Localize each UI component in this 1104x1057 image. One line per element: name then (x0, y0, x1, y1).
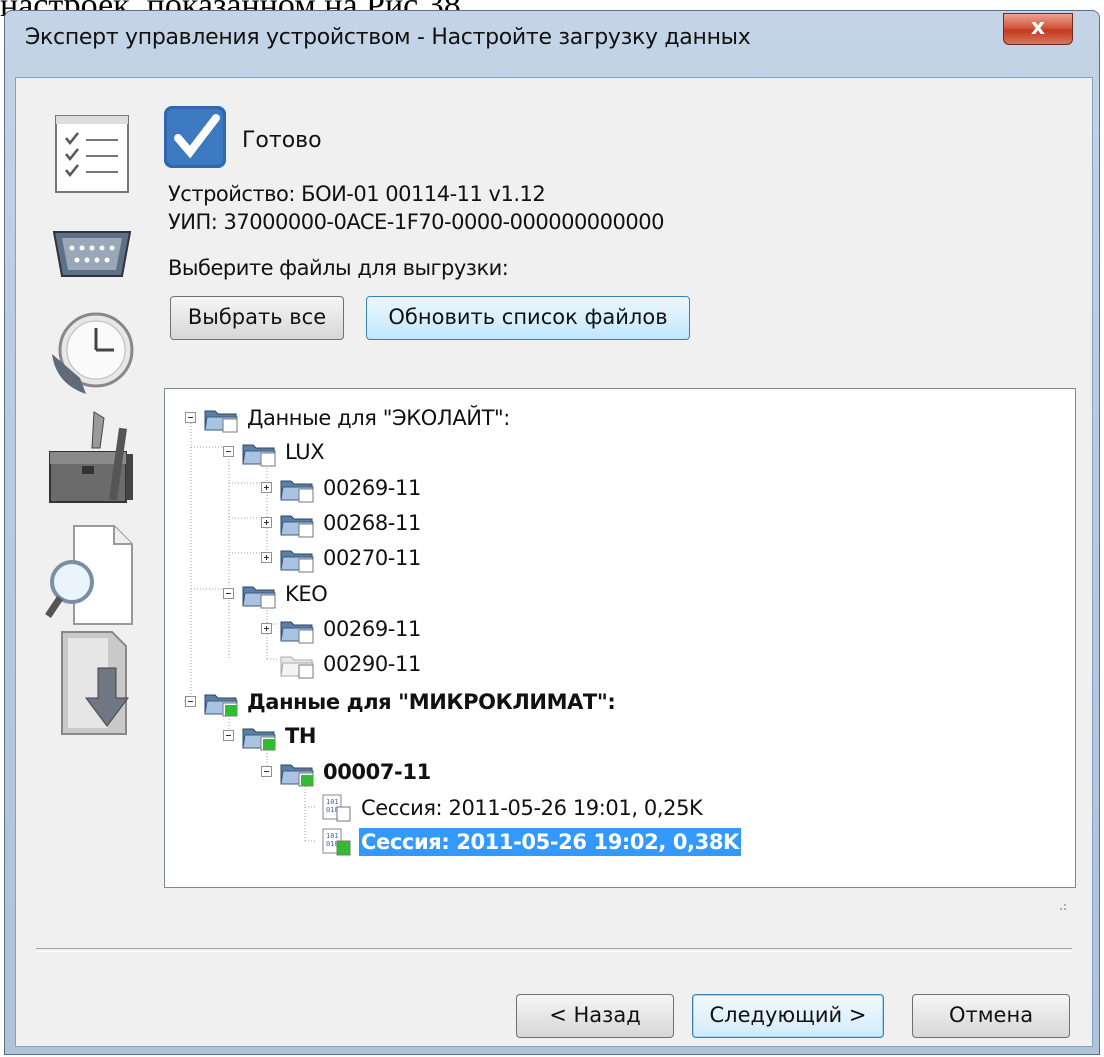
checklist-icon (55, 115, 129, 193)
tree-node-label: 00269-11 (323, 617, 421, 641)
cancel-button[interactable]: Отмена (912, 994, 1070, 1038)
tree-node-label: LUX (285, 440, 325, 464)
serial-port-icon (52, 231, 132, 277)
collapse-icon[interactable] (223, 588, 234, 599)
title-bar[interactable]: Эксперт управления устройством - Настрой… (5, 11, 1099, 73)
folder-icon (279, 508, 315, 538)
expand-icon[interactable] (261, 623, 272, 634)
next-button[interactable]: Следующий > (692, 994, 884, 1038)
binary-file-checked-icon: 101 010 (317, 827, 353, 857)
checkbox-checked-icon (164, 106, 226, 168)
choose-files-prompt: Выберите файлы для выгрузки: (168, 256, 509, 280)
collapse-icon[interactable] (185, 696, 196, 707)
folder-icon (241, 437, 277, 467)
select-all-button[interactable]: Выбрать все (170, 296, 344, 340)
collapse-icon[interactable] (261, 766, 272, 777)
tree-node-label: 00270-11 (323, 546, 421, 570)
expand-icon[interactable] (261, 552, 272, 563)
folder-checked-icon (203, 687, 239, 717)
clock-restore-icon (52, 312, 134, 394)
tree-node-label: KEO (285, 582, 328, 606)
folder-checked-icon (279, 757, 315, 787)
close-button[interactable]: x (1003, 13, 1073, 45)
folder-download-icon (61, 631, 129, 735)
resize-grip-icon[interactable] (1054, 898, 1068, 912)
tree-node-label: Данные для "ЭКОЛАЙТ": (247, 406, 510, 430)
window-title: Эксперт управления устройством - Настрой… (25, 25, 751, 50)
folder-icon (279, 614, 315, 644)
wizard-window: Эксперт управления устройством - Настрой… (4, 10, 1100, 1055)
status-row: Готово (164, 106, 764, 170)
binary-file-icon: 101 010 (317, 793, 353, 823)
tree-node-label: 00268-11 (323, 511, 421, 535)
collapse-icon[interactable] (223, 730, 234, 741)
collapse-icon[interactable] (185, 412, 196, 423)
expand-icon[interactable] (261, 517, 272, 528)
folder-icon (203, 403, 239, 433)
tree-node-label: 00007-11 (323, 760, 431, 784)
folder-empty-icon (279, 649, 315, 679)
device-info: Устройство: БОИ-01 00114-11 v1.12 (168, 182, 546, 206)
collapse-icon[interactable] (223, 446, 234, 457)
folder-icon (241, 579, 277, 609)
tree-node-label: Данные для "МИКРОКЛИМАТ": (247, 690, 616, 714)
folder-icon (279, 543, 315, 573)
footer-separator (36, 948, 1072, 952)
expand-icon[interactable] (261, 482, 272, 493)
svg-text:101: 101 (326, 832, 339, 840)
tree-node-label: Сессия: 2011-05-26 19:01, 0,25K (361, 796, 703, 820)
refresh-file-list-button[interactable]: Обновить список файлов (366, 296, 690, 340)
back-button[interactable]: < Назад (516, 994, 674, 1038)
status-label: Готово (242, 128, 322, 153)
folder-icon (279, 473, 315, 503)
tree-node-label: 00269-11 (323, 476, 421, 500)
magnifier-document-icon (45, 525, 133, 625)
tree-node-label: TH (285, 724, 317, 748)
svg-text:101: 101 (326, 798, 339, 806)
close-icon: x (1030, 15, 1046, 40)
folder-checked-icon (241, 721, 277, 751)
file-tree[interactable]: Данные для "ЭКОЛАЙТ": LUX 00269-11 00268… (164, 388, 1076, 888)
uip-info: УИП: 37000000-0ACE-1F70-0000-00000000000… (168, 210, 664, 234)
toolbox-icon (49, 411, 133, 503)
tree-node-label: Сессия: 2011-05-26 19:02, 0,38K (359, 828, 741, 856)
tree-node-label: 00290-11 (323, 652, 421, 676)
dialog-client-area: Готово Устройство: БОИ-01 00114-11 v1.12… (15, 77, 1093, 1047)
